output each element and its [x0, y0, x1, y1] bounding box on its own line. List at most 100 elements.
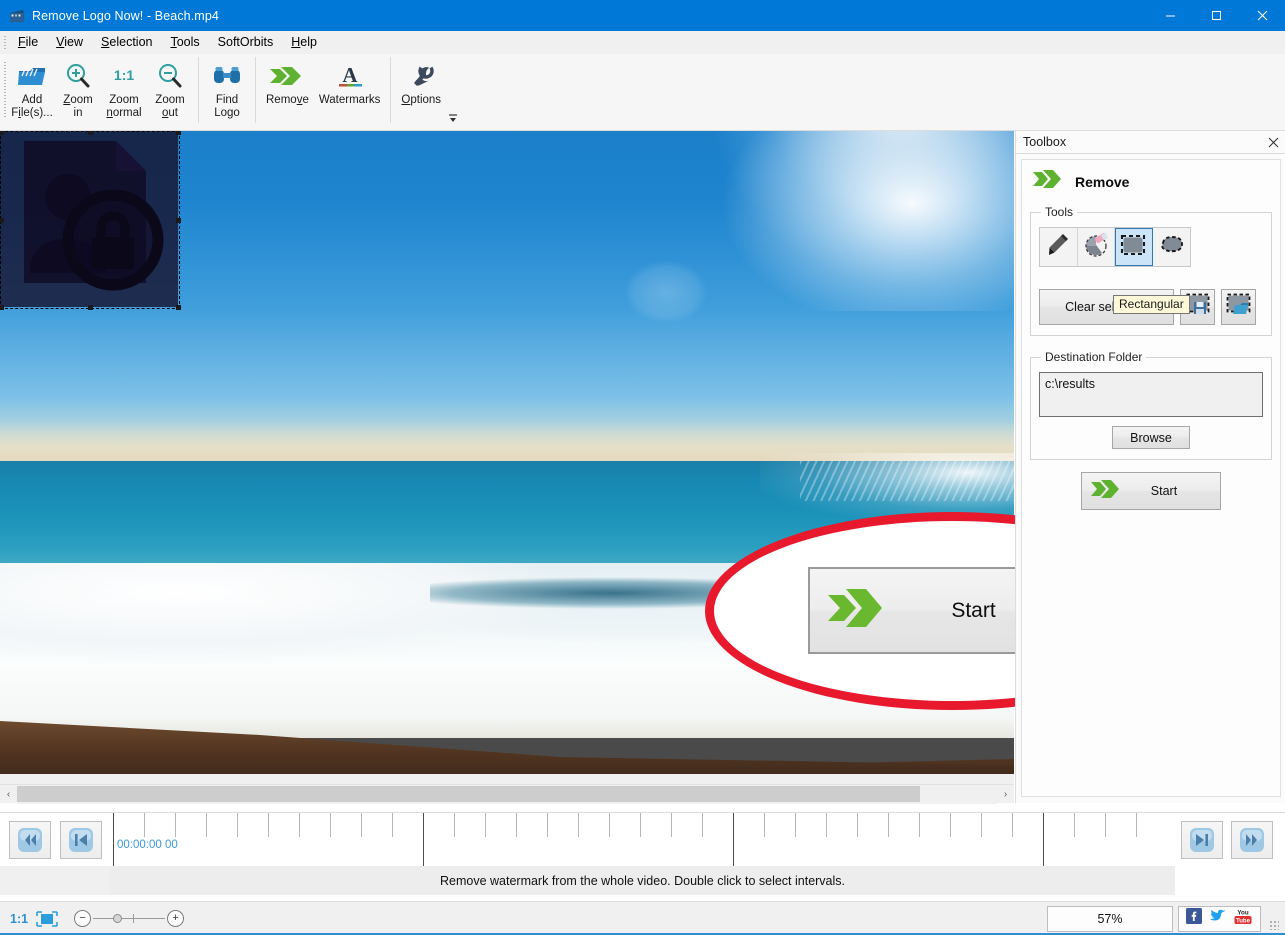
scroll-left-button[interactable]: ‹	[0, 785, 17, 804]
browse-button[interactable]: Browse	[1112, 426, 1190, 449]
zoom-slider-thumb[interactable]	[113, 914, 122, 923]
toolbar-label-options: Options	[401, 94, 441, 107]
svg-text:1:1: 1:1	[114, 67, 134, 83]
toolbar-group-file-zoom: AddFile(s)... Zoomin 1:1	[9, 54, 193, 126]
timeline-ruler[interactable]: 00:00:00 00	[113, 813, 1175, 867]
window-controls	[1147, 0, 1285, 31]
timeline-next-frame-button[interactable]	[1181, 821, 1223, 859]
eraser-icon	[1083, 232, 1109, 263]
toolbar-button-find-logo[interactable]: FindLogo	[204, 54, 250, 126]
zoom-in-button[interactable]: +	[167, 910, 184, 927]
watermark-overlay	[0, 131, 178, 307]
toolbar-button-zoom-normal[interactable]: 1:1 Zoomnormal	[101, 54, 147, 126]
toolbar-label-watermarks: Watermarks	[319, 94, 381, 107]
menu-item-tools[interactable]: Tools	[161, 33, 208, 51]
zoom-slider-track[interactable]	[93, 918, 165, 919]
resize-grip[interactable]	[1266, 906, 1282, 932]
tool-button-rectangular[interactable]	[1115, 228, 1153, 266]
toolbar-button-zoom-out[interactable]: Zoomout	[147, 54, 193, 126]
facebook-icon[interactable]	[1186, 908, 1202, 929]
toolbox-title: Toolbox	[1023, 135, 1066, 149]
load-selection-icon	[1226, 293, 1251, 321]
rectangle-select-icon	[1120, 233, 1146, 262]
toolbar-label-zoom-normal: Zoomnormal	[106, 94, 141, 119]
zoom-out-button[interactable]: −	[74, 910, 91, 927]
app-icon	[9, 8, 25, 24]
sun-glare	[714, 131, 1014, 311]
toolbar-overflow-button[interactable]	[446, 108, 460, 126]
menu-item-softorbits[interactable]: SoftOrbits	[209, 33, 283, 51]
menu-item-help[interactable]: Help	[282, 33, 326, 51]
maximize-button[interactable]	[1193, 0, 1239, 31]
toolbar-button-add-files[interactable]: AddFile(s)...	[9, 54, 55, 126]
letter-a-icon: A	[333, 59, 367, 93]
tool-button-eraser[interactable]	[1078, 228, 1116, 266]
green-arrow-icon	[1032, 168, 1066, 195]
marker-icon	[1045, 232, 1071, 263]
browse-row: Browse	[1039, 426, 1263, 449]
menu-bar: File View Selection Tools SoftOrbits Hel…	[0, 31, 1285, 54]
status-ratio-label[interactable]: 1:1	[10, 912, 28, 926]
tool-button-freeform[interactable]	[1153, 228, 1190, 266]
timeline-go-to-start-button[interactable]	[9, 821, 51, 859]
timeline-bar: 00:00:00 00	[0, 812, 1285, 866]
status-bar: 1:1 − + 57%	[0, 901, 1285, 935]
tool-buttons-row	[1039, 227, 1191, 267]
tools-group-label: Tools	[1041, 205, 1077, 219]
window-title: Remove Logo Now! - Beach.mp4	[32, 9, 219, 23]
hint-bar-text: Remove watermark from the whole video. D…	[0, 866, 1285, 895]
start-button[interactable]: Start	[1081, 472, 1221, 510]
tool-tooltip: Rectangular	[1113, 295, 1190, 314]
zoom-percent-field[interactable]: 57%	[1047, 906, 1173, 932]
toolbar-label-find-logo: FindLogo	[214, 94, 240, 119]
one-to-one-icon: 1:1	[110, 59, 138, 93]
toolbar-button-remove[interactable]: Remove	[261, 54, 314, 126]
twitter-icon[interactable]	[1209, 909, 1226, 929]
zoom-slider[interactable]: − +	[74, 910, 184, 927]
lens-flare	[625, 261, 707, 323]
destination-path-field[interactable]: c:\results	[1039, 372, 1263, 417]
menu-gripper[interactable]	[0, 31, 9, 54]
hint-bar: Remove watermark from the whole video. D…	[0, 866, 1285, 895]
svg-text:Tube: Tube	[1236, 918, 1251, 924]
menu-item-file[interactable]: File	[9, 33, 47, 51]
tool-button-marker[interactable]	[1040, 228, 1078, 266]
close-button[interactable]	[1239, 0, 1285, 31]
load-selection-button[interactable]	[1221, 289, 1256, 325]
toolbar-button-options[interactable]: Options	[396, 54, 446, 126]
timeline-go-to-end-button[interactable]	[1231, 821, 1273, 859]
timeline-timecode: 00:00:00 00	[117, 839, 178, 851]
toolbox-panel: Toolbox Remove Tools	[1015, 131, 1285, 803]
toolbox-close-icon[interactable]	[1261, 131, 1285, 153]
scroll-right-button[interactable]: ›	[997, 785, 1014, 804]
menu-item-view[interactable]: View	[47, 33, 92, 51]
toolbox-section-title: Remove	[1075, 174, 1129, 190]
toolbar-button-watermarks[interactable]: A Watermarks	[314, 54, 386, 126]
toolbox-body: Remove Tools	[1021, 159, 1281, 797]
canvas-bottom-strip	[0, 774, 1014, 784]
canvas-horizontal-scrollbar[interactable]: ‹ ›	[0, 784, 1014, 803]
toolbar-button-zoom-in[interactable]: Zoomin	[55, 54, 101, 126]
start-button-label: Start	[1124, 484, 1204, 498]
destination-folder-label: Destination Folder	[1041, 350, 1146, 364]
green-arrow-icon	[824, 583, 890, 638]
fit-to-window-icon[interactable]	[36, 911, 58, 927]
toolbar-gripper[interactable]	[0, 54, 9, 126]
toolbar-label-remove: Remove	[266, 94, 309, 107]
timeline-previous-frame-button[interactable]	[60, 821, 102, 859]
green-arrow-icon	[1090, 478, 1124, 505]
binoculars-icon	[212, 59, 242, 93]
toolbar-label-zoom-in: Zoomin	[63, 94, 92, 119]
svg-text:You: You	[1237, 909, 1248, 916]
minimize-button[interactable]	[1147, 0, 1193, 31]
toolbar-group-actions: Remove A Watermarks	[261, 54, 385, 126]
youtube-icon[interactable]: You Tube	[1233, 908, 1253, 930]
toolbar-group-options: Options	[396, 54, 460, 126]
open-folder-icon	[17, 59, 47, 93]
zoom-slider-midpoint	[133, 914, 134, 923]
lasso-icon	[1158, 233, 1184, 262]
toolbox-section-header: Remove	[1022, 160, 1280, 199]
scrollbar-track[interactable]	[17, 785, 997, 804]
menu-item-selection[interactable]: Selection	[92, 33, 161, 51]
scrollbar-thumb[interactable]	[17, 786, 920, 802]
